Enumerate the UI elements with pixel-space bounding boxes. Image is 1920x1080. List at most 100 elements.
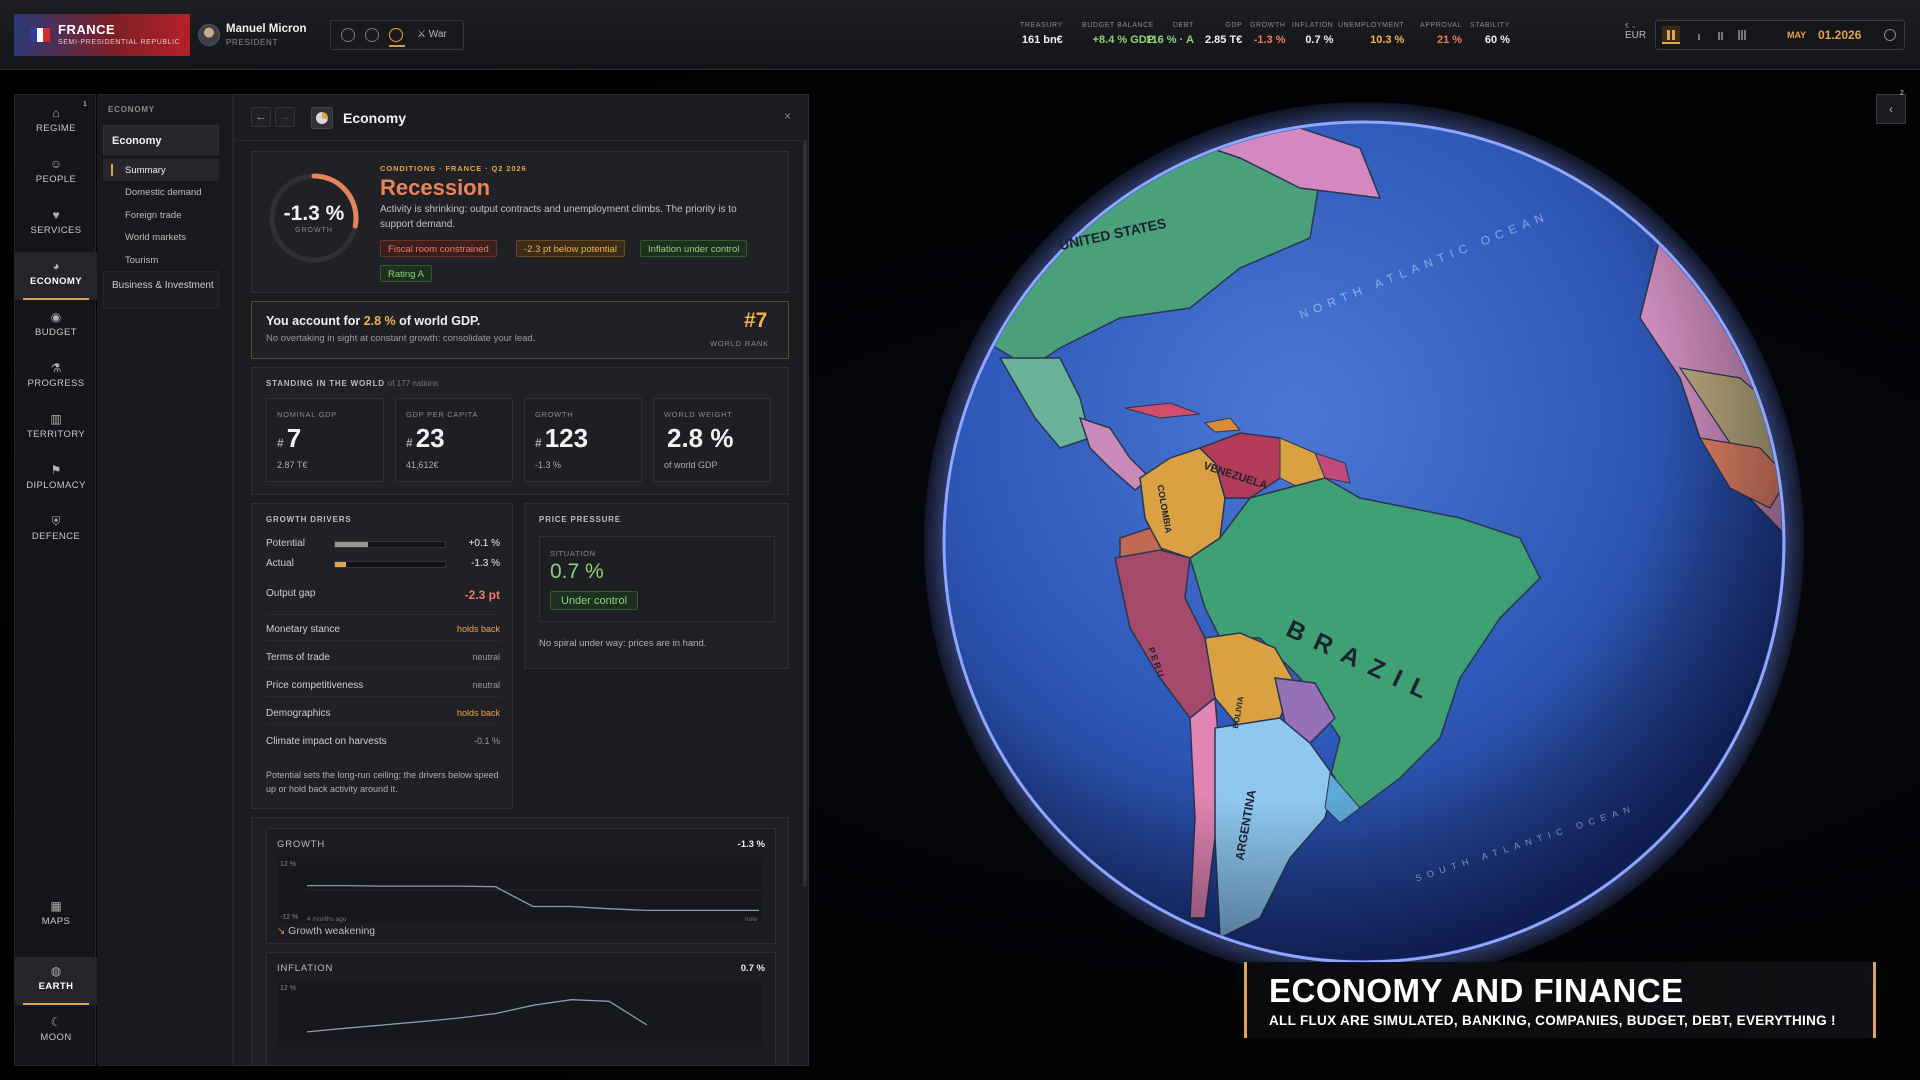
gdp-share-suffix: of world GDP. [399,314,481,328]
back-button[interactable]: ← [251,107,271,127]
subnav-header: ECONOMY [108,105,155,114]
world-rank-label: WORLD RANK [710,339,769,348]
speed-1-button[interactable] [1698,34,1700,40]
subnav-item-foreign-trade[interactable]: Foreign trade [103,204,219,226]
growth-xtick-start: 4 months ago [307,916,347,923]
price-situation-value: 0.7 % [550,560,604,583]
stat-value: 10.3 % [1370,34,1405,46]
price-situation-label: SITUATION [550,549,596,558]
speed-2-button[interactable] [1718,32,1720,40]
top-bar: FRANCE SEMI-PRESIDENTIAL REPUBLIC Manuel… [0,0,1920,70]
nav-moon[interactable]: ☾ MOON [15,1008,97,1056]
nav-label: SERVICES [30,225,82,236]
subnav-group-economy[interactable]: Economy [103,125,219,155]
growth-ytick-bottom: -12 % [280,914,298,921]
currency-code: EUR [1625,30,1647,41]
stat-value: 2.85 T€ [1205,34,1243,46]
nav-label: DIPLOMACY [26,480,86,491]
globe-mode-icon[interactable] [365,28,379,42]
tag-inflation: Inflation under control [640,240,748,257]
standing-gdp-per-capita: GDP PER CAPITA #23 41,612€ [395,398,513,482]
nav-label: EARTH [38,981,74,992]
currency-selector[interactable]: € ⌄ EUR [1625,22,1646,41]
collapse-right-panel-button[interactable]: ‹ [1876,94,1906,124]
economy-mode-icon[interactable] [389,28,403,42]
standing-label: NOMINAL GDP [277,410,337,419]
nav-label: MAPS [41,916,71,927]
nav-budget[interactable]: ◉ BUDGET [15,303,97,351]
gear-icon[interactable] [1884,29,1896,41]
stat-unemployment: UNEMPLOYMENT 10.3 % [1338,22,1404,46]
leader-role: PRESIDENT [226,38,279,47]
nav-territory[interactable]: ▥ TERRITORY [15,405,97,453]
growth-ytick-top: 12 % [280,861,296,868]
driver-bar [334,541,446,548]
nav-label: ECONOMY [30,276,82,287]
driver-status: holds back [456,708,500,718]
subnav-item-world-markets[interactable]: World markets [103,226,219,248]
standing-world-weight: WORLD WEIGHT 2.8 % of world GDP [653,398,771,482]
standing-label: GROWTH [535,410,574,419]
leader-card[interactable]: Manuel Micron PRESIDENT [198,20,318,50]
scrollbar[interactable] [803,141,807,887]
nav-economy[interactable]: ◕ ECONOMY [15,252,97,300]
nav-people[interactable]: ☺ PEOPLE [15,150,97,198]
growth-chart: GROWTH -1.3 % 12 % -12 % 4 months ago no… [266,828,776,944]
date-day-year: 01.2026 [1818,28,1862,42]
france-flag-icon [30,28,51,42]
stat-budget-balance: BUDGET BALANCE +8.4 % GDP [1082,22,1154,46]
subnav-item-tourism[interactable]: Tourism [103,249,219,271]
speed-3-button[interactable] [1738,30,1740,40]
nav-regime[interactable]: ⌂ REGIME [15,99,97,147]
forward-button[interactable]: → [275,107,295,127]
subnav-item-domestic-demand[interactable]: Domestic demand [103,181,219,203]
gdp-share-title: You account for 2.8 % of world GDP. [266,314,480,328]
nav-defence[interactable]: ⛨ DEFENCE [15,507,97,555]
leader-name: Manuel Micron [226,23,307,35]
nav-services[interactable]: ♥ SERVICES [15,201,97,249]
standing-sub: 41,612€ [406,460,439,470]
driver-value: +0.1 % [468,538,500,549]
standing-value: 2.8 % [664,423,734,454]
nav-maps[interactable]: ▦ MAPS [15,892,97,940]
growth-drivers-note: Potential sets the long-run ceiling; the… [266,770,499,794]
regime-icon: ⌂ [52,106,60,120]
page-title: Economy [343,110,407,126]
driver-status: neutral [472,680,500,690]
driver-potential: Potential +0.1 % [266,538,500,556]
driver-label: Demographics [266,708,331,719]
subnav-item-summary[interactable]: Summary [103,159,219,181]
peace-mode-icon[interactable] [341,28,355,42]
stat-value: +8.4 % GDP [1092,34,1155,46]
pause-button[interactable] [1662,26,1680,44]
rank-hash: # [535,436,542,450]
war-mode-button[interactable]: ⚔ War [417,29,447,40]
stat-label: DEBT [1172,22,1194,29]
people-icon: ☺ [49,157,63,171]
history-charts-card: GROWTH -1.3 % 12 % -12 % 4 months ago no… [251,817,789,1065]
standing-growth: GROWTH #123 -1.3 % [524,398,642,482]
stat-value: -1.3 % [1253,34,1286,46]
standing-subtitle: of 177 nations [387,379,439,388]
active-mode-indicator [389,45,405,47]
globe[interactable]: UNITED STATES VENEZUELA COLOMBIA BRAZIL … [924,102,1804,982]
standing-value: #123 [535,423,588,454]
conditions-card: -1.3 % GROWTH CONDITIONS · FRANCE · Q2 2… [251,151,789,293]
chevron-down-icon: ⌄ [1630,23,1637,30]
price-pressure-card: PRICE PRESSURE SITUATION 0.7 % Under con… [524,503,789,669]
country-badge[interactable]: FRANCE SEMI-PRESIDENTIAL REPUBLIC [14,14,190,56]
avatar [198,24,220,46]
driver-label: Price competitiveness [266,680,364,691]
driver-label: Terms of trade [266,652,330,663]
growth-drivers-title: GROWTH DRIVERS [266,515,352,524]
notification-badge: 2 [1900,90,1904,97]
nav-diplomacy[interactable]: ⚑ DIPLOMACY [15,456,97,504]
stat-value: 60 % [1484,34,1510,46]
close-icon[interactable]: × [784,109,791,123]
nav-label: MOON [40,1032,72,1043]
currency-symbol-text: € [1625,23,1629,30]
driver-actual: Actual -1.3 % [266,558,500,576]
nav-progress[interactable]: ⚗ PROGRESS [15,354,97,402]
subnav-item-business-investment[interactable]: Business & Investment [103,271,219,309]
nav-earth[interactable]: ◍ EARTH [15,957,97,1005]
